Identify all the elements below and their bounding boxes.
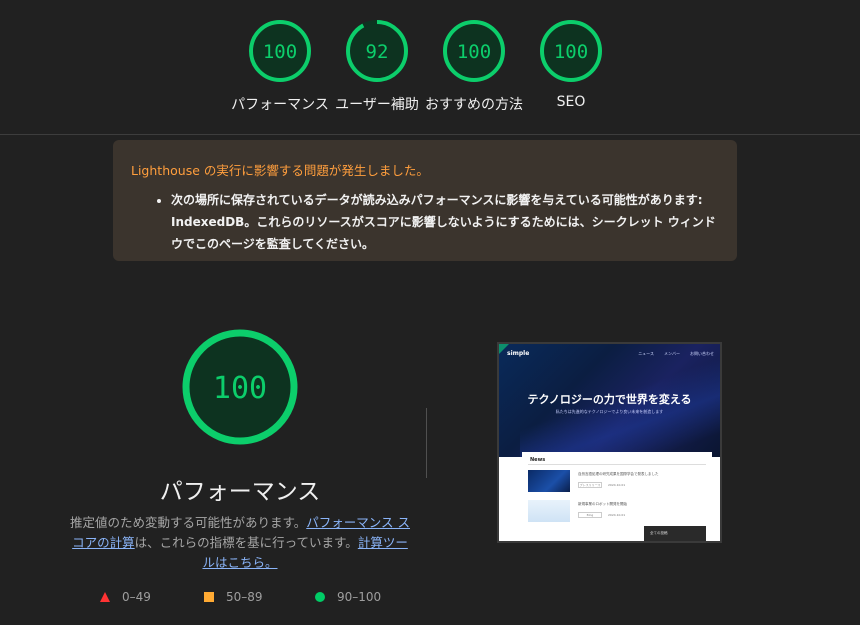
- gauge-performance-ring: 100: [249, 20, 311, 82]
- news-item: 自然言語処理の研究成果を国際学会で発表しました プレスリリース 2024.10.…: [528, 470, 708, 494]
- desc-text: 推定値のため変動する可能性があります。: [70, 515, 307, 530]
- square-icon: [204, 592, 214, 602]
- news-title: News: [530, 457, 546, 463]
- gauge-seo-ring: 100: [540, 20, 602, 82]
- news-tag: プレスリリース: [578, 482, 602, 488]
- news-image: [528, 470, 570, 492]
- performance-description: 推定値のため変動する可能性があります。パフォーマンス スコアの計算は、これらの指…: [70, 513, 410, 573]
- gauge-label: パフォーマンス: [231, 97, 329, 113]
- performance-title: パフォーマンス: [159, 479, 321, 505]
- performance-score: 100: [213, 371, 267, 406]
- circle-icon: [315, 592, 325, 602]
- gauge-label: SEO: [556, 94, 586, 110]
- scores-header: 100 パフォーマンス 92 ユーザー補助 100 おすすめの方法 100 SE…: [0, 0, 860, 135]
- news-tag: Blog: [578, 512, 602, 518]
- news-image: [528, 500, 570, 522]
- thumbnail-button: 全ての投稿: [644, 526, 706, 541]
- legend-average: 50–89: [204, 590, 263, 604]
- news-text: 自然言語処理の研究成果を国際学会で発表しました: [578, 472, 659, 476]
- gauge-performance[interactable]: 100 パフォーマンス: [231, 18, 329, 113]
- thumbnail-nav-item: ニュース: [638, 351, 654, 356]
- legend-pass: 90–100: [315, 590, 381, 604]
- gauge-score: 100: [457, 41, 491, 63]
- page-screenshot-thumbnail[interactable]: simple ニュース メンバー お問い合わせ テクノロジーの力で世界を変える …: [497, 342, 722, 543]
- performance-gauge-ring: 100: [182, 329, 298, 445]
- thumbnail-logo: simple: [507, 350, 530, 357]
- warning-title: Lighthouse の実行に影響する問題が発生しました。: [131, 163, 429, 178]
- warning-item: 次の場所に保存されているデータが読み込みパフォーマンスに影響を与えている可能性が…: [171, 189, 719, 255]
- runtime-warning: Lighthouse の実行に影響する問題が発生しました。 次の場所に保存されて…: [113, 140, 737, 261]
- news-date: 2024.10.01: [608, 513, 626, 517]
- gauge-score: 100: [263, 41, 297, 63]
- desc-text: は、これらの指標を基に行っています。: [134, 535, 358, 550]
- gauge-accessibility[interactable]: 92 ユーザー補助: [332, 18, 422, 113]
- gauge-accessibility-ring: 92: [346, 20, 408, 82]
- news-item: 新規事業のロボット開発を開始 Blog 2024.10.01: [528, 500, 708, 524]
- gauge-best-practices-ring: 100: [443, 20, 505, 82]
- thumbnail-subheadline: 私たちは先進的なテクノロジーでより良い未来を創造します: [555, 409, 664, 414]
- thumbnail-nav: ニュース メンバー お問い合わせ: [638, 351, 714, 357]
- thumbnail-headline: テクノロジーの力で世界を変える: [527, 393, 692, 406]
- performance-gauge-large: 100: [180, 327, 300, 447]
- thumbnail-nav-item: お問い合わせ: [690, 351, 714, 356]
- thumbnail-nav-item: メンバー: [664, 351, 680, 356]
- divider: [426, 408, 427, 478]
- gauge-best-practices[interactable]: 100 おすすめの方法: [425, 18, 523, 113]
- gauge-label: ユーザー補助: [335, 97, 419, 113]
- news-text: 新規事業のロボット開発を開始: [578, 502, 627, 506]
- warning-list: 次の場所に保存されているデータが読み込みパフォーマンスに影響を与えている可能性が…: [131, 189, 719, 255]
- thumbnail-hero: simple ニュース メンバー お問い合わせ テクノロジーの力で世界を変える …: [499, 344, 720, 457]
- gauge-score: 100: [554, 41, 588, 63]
- triangle-icon: [100, 592, 110, 602]
- legend-range: 90–100: [337, 590, 382, 604]
- gauge-score: 92: [366, 41, 389, 63]
- legend-range: 0–49: [122, 590, 151, 604]
- gauge-label: おすすめの方法: [425, 97, 523, 113]
- legend-range: 50–89: [226, 590, 263, 604]
- gauge-seo[interactable]: 100 SEO: [526, 18, 616, 110]
- news-rule: [528, 464, 706, 465]
- news-date: 2024.10.01: [608, 483, 626, 487]
- legend-fail: 0–49: [100, 590, 151, 604]
